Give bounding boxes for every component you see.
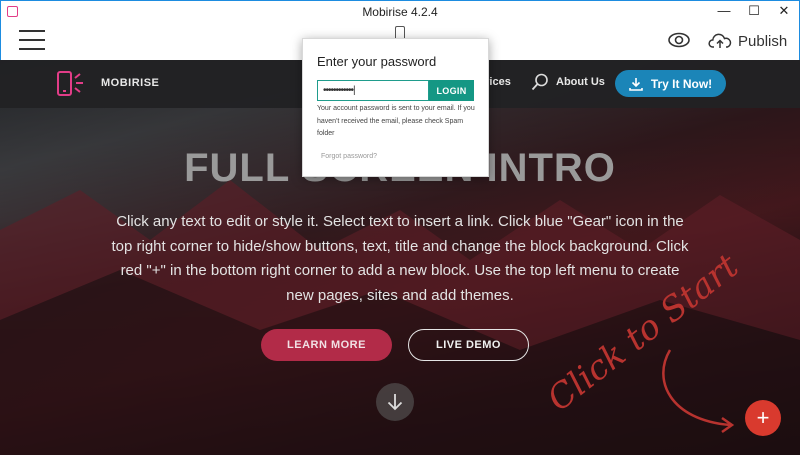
- nav-link-about[interactable]: About Us: [556, 76, 605, 88]
- arrow-down-icon: [387, 394, 403, 411]
- window-title: Mobirise 4.2.4: [362, 5, 438, 19]
- dialog-title: Enter your password: [317, 54, 437, 69]
- intro-paragraph[interactable]: Click any text to edit or style it. Sele…: [108, 210, 692, 308]
- login-button[interactable]: LOGIN: [429, 80, 474, 101]
- site-brand[interactable]: MOBIRISE: [101, 77, 159, 89]
- download-icon: [629, 77, 643, 91]
- password-note: Your account password is sent to your em…: [317, 105, 475, 137]
- publish-button[interactable]: Publish: [708, 29, 787, 53]
- minimize-button[interactable]: —: [709, 1, 739, 22]
- password-dialog: Enter your password ••••••••••••| LOGIN …: [302, 38, 489, 177]
- mobirise-logo-icon: [57, 71, 83, 96]
- curved-arrow-icon: [662, 349, 735, 434]
- add-block-button[interactable]: +: [745, 400, 781, 436]
- forgot-password-link[interactable]: Forgot password?: [321, 153, 377, 160]
- try-it-now-label: Try It Now!: [650, 76, 713, 91]
- search-icon[interactable]: [531, 73, 549, 91]
- live-demo-button[interactable]: LIVE DEMO: [408, 329, 529, 361]
- preview-eye-icon[interactable]: [667, 30, 691, 50]
- cloud-upload-icon: [708, 33, 732, 48]
- publish-label: Publish: [738, 32, 788, 50]
- learn-more-button[interactable]: LEARN MORE: [261, 329, 392, 361]
- scroll-down-button[interactable]: [376, 383, 414, 421]
- password-input[interactable]: ••••••••••••|: [317, 80, 429, 101]
- close-button[interactable]: ✕: [769, 1, 799, 22]
- menu-icon[interactable]: [19, 30, 45, 50]
- maximize-button[interactable]: ☐: [739, 1, 769, 22]
- window-titlebar: Mobirise 4.2.4 — ☐ ✕: [0, 0, 800, 22]
- try-it-now-button[interactable]: Try It Now!: [615, 70, 726, 97]
